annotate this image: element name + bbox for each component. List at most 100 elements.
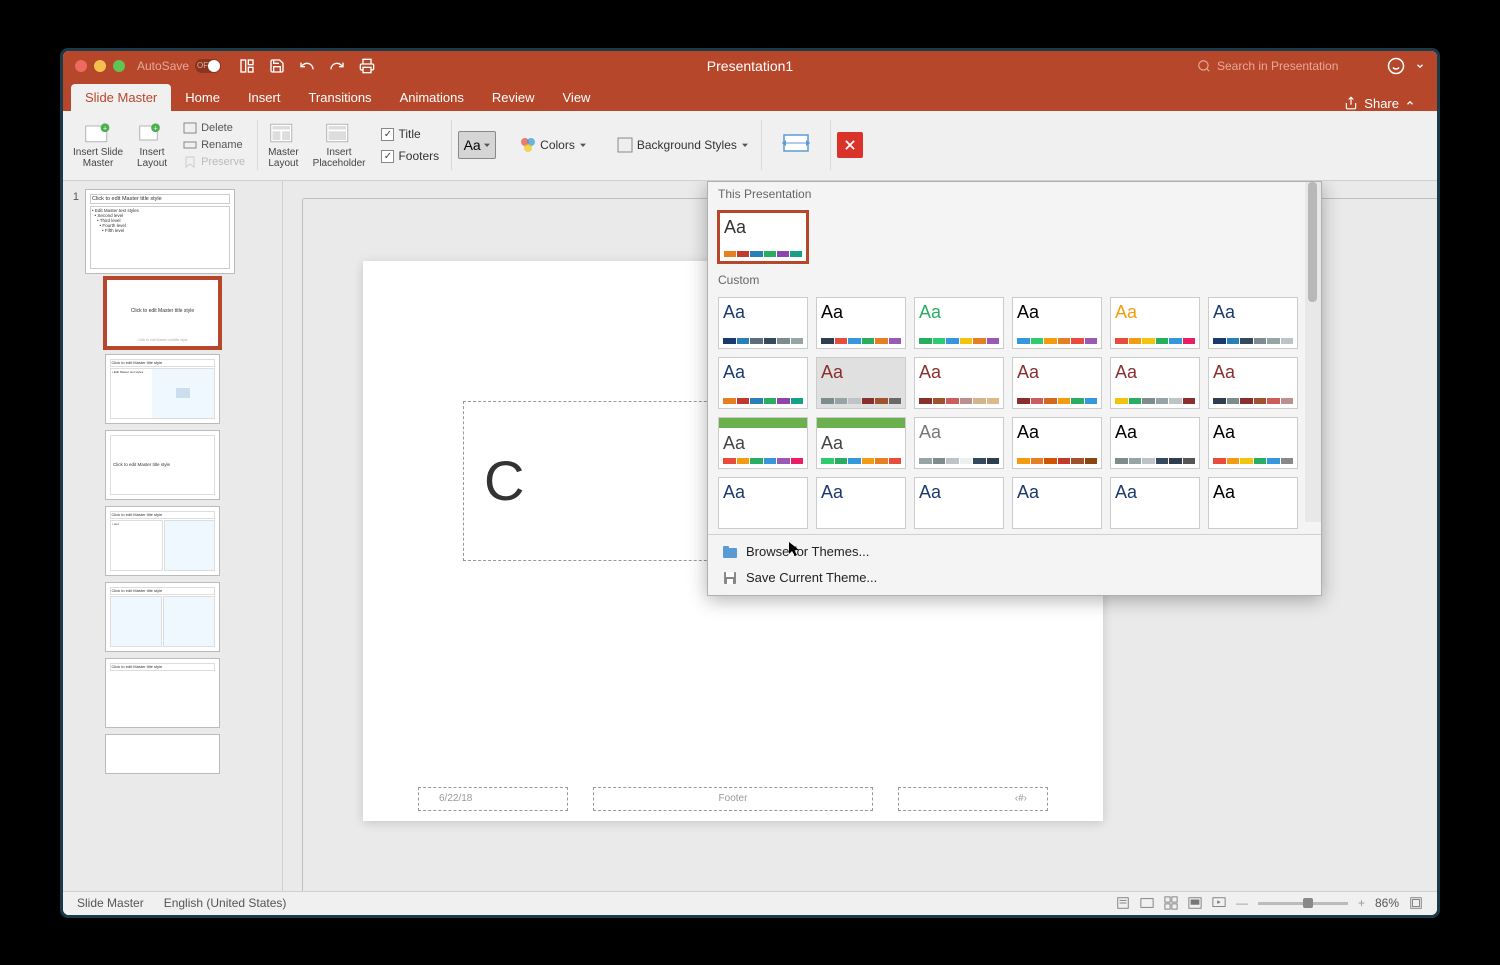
insert-slide-master-button[interactable]: + Insert Slide Master	[69, 117, 127, 173]
home-icon[interactable]	[239, 58, 255, 74]
insert-placeholder-button[interactable]: Insert Placeholder	[309, 117, 370, 173]
theme-card[interactable]: Aa	[1208, 417, 1298, 469]
tab-animations[interactable]: Animations	[386, 84, 478, 111]
theme-card[interactable]: Aa	[1110, 417, 1200, 469]
print-icon[interactable]	[359, 58, 375, 74]
theme-card[interactable]: Aa	[1208, 477, 1298, 529]
tab-insert[interactable]: Insert	[234, 84, 295, 111]
share-button[interactable]: Share	[1344, 96, 1429, 111]
chevron-up-icon	[1405, 98, 1415, 108]
colors-icon	[520, 137, 536, 153]
section-header: This Presentation	[708, 182, 1321, 206]
insert-layout-button[interactable]: + Insert Layout	[133, 117, 171, 173]
normal-view-button[interactable]	[1140, 896, 1154, 910]
tab-review[interactable]: Review	[478, 84, 549, 111]
fit-to-window-button[interactable]	[1409, 896, 1423, 910]
theme-card[interactable]: Aa	[1208, 357, 1298, 409]
theme-card[interactable]: Aa	[1110, 297, 1200, 349]
close-master-button[interactable]	[837, 132, 863, 158]
save-icon	[722, 570, 738, 586]
undo-icon[interactable]	[299, 58, 315, 74]
theme-card[interactable]: Aa	[1012, 297, 1102, 349]
tab-view[interactable]: View	[549, 84, 605, 111]
save-icon[interactable]	[269, 58, 285, 74]
theme-card[interactable]: Aa	[718, 297, 808, 349]
layout-thumbnail[interactable]	[105, 734, 220, 774]
themes-dropdown-button[interactable]: Aa	[458, 131, 496, 159]
layout-thumbnail[interactable]: Click to edit Master title style	[105, 658, 220, 728]
autosave-toggle[interactable]: AutoSave OFF	[137, 59, 221, 73]
layout-thumbnail[interactable]: Click to edit Master title style • Edit …	[105, 354, 220, 424]
colors-dropdown[interactable]: Colors	[514, 135, 593, 155]
maximize-window[interactable]	[113, 60, 125, 72]
theme-card[interactable]: Aa	[718, 417, 808, 469]
layout-thumbnail[interactable]: Click to edit Master title style • text	[105, 506, 220, 576]
rename-button[interactable]: Rename	[183, 137, 245, 153]
search-input[interactable]	[1217, 59, 1377, 73]
tab-slide-master[interactable]: Slide Master	[71, 84, 171, 111]
svg-text:+: +	[103, 125, 107, 132]
theme-card[interactable]: Aa	[1110, 357, 1200, 409]
theme-card[interactable]: Aa	[718, 477, 808, 529]
zoom-level[interactable]: 86%	[1375, 896, 1399, 910]
theme-card[interactable]: Aa	[1208, 297, 1298, 349]
ribbon-tabs: Slide Master Home Insert Transitions Ani…	[63, 81, 1437, 111]
theme-card[interactable]: Aa	[914, 417, 1004, 469]
master-thumbnail[interactable]: Click to edit Master title style • Edit …	[85, 189, 235, 274]
delete-button[interactable]: Delete	[183, 120, 245, 136]
language-label[interactable]: English (United States)	[164, 896, 287, 910]
search-box[interactable]	[1197, 59, 1377, 73]
themes-gallery-dropdown: This Presentation Aa Custom AaAaAaAaAaAa…	[707, 181, 1322, 596]
slideshow-button[interactable]	[1212, 896, 1226, 910]
theme-card[interactable]: Aa	[914, 477, 1004, 529]
close-window[interactable]	[75, 60, 87, 72]
background-styles-dropdown[interactable]: Background Styles	[611, 135, 755, 155]
scrollbar[interactable]	[1305, 182, 1321, 522]
vertical-ruler	[283, 199, 303, 891]
date-placeholder[interactable]: 6/22/18	[418, 787, 568, 811]
save-theme-menuitem[interactable]: Save Current Theme...	[708, 565, 1321, 591]
search-icon	[1197, 59, 1211, 73]
share-icon	[1344, 96, 1358, 110]
slide-number-placeholder[interactable]: ‹#›	[898, 787, 1048, 811]
tab-transitions[interactable]: Transitions	[294, 84, 385, 111]
layout-thumbnail[interactable]: Click to edit Master title style	[105, 430, 220, 500]
folder-icon	[722, 544, 738, 560]
chevron-down-icon[interactable]	[1415, 61, 1425, 71]
footer-placeholder[interactable]: Footer	[593, 787, 873, 811]
theme-card[interactable]: Aa	[914, 297, 1004, 349]
theme-card[interactable]: Aa	[1110, 477, 1200, 529]
tab-home[interactable]: Home	[171, 84, 234, 111]
master-layout-button[interactable]: Master Layout	[264, 117, 303, 173]
titlebar: AutoSave OFF Presentation1	[63, 51, 1437, 81]
quick-access-toolbar	[239, 58, 375, 74]
statusbar: Slide Master English (United States) — +…	[63, 891, 1437, 915]
layout-thumbnail[interactable]: Click to edit Master title style Click t…	[105, 278, 220, 348]
footers-checkbox[interactable]: Footers	[381, 149, 439, 163]
minimize-window[interactable]	[94, 60, 106, 72]
sorter-view-button[interactable]	[1164, 896, 1178, 910]
zoom-slider[interactable]	[1258, 902, 1348, 905]
close-icon	[843, 138, 857, 152]
title-checkbox[interactable]: Title	[381, 127, 439, 141]
redo-icon[interactable]	[329, 58, 345, 74]
theme-card[interactable]: Aa	[914, 357, 1004, 409]
theme-card[interactable]: Aa	[816, 477, 906, 529]
theme-card[interactable]: Aa	[718, 357, 808, 409]
document-title: Presentation1	[707, 58, 793, 74]
theme-card[interactable]: Aa	[1012, 477, 1102, 529]
theme-card[interactable]: Aa	[816, 357, 906, 409]
view-mode-label: Slide Master	[77, 896, 144, 910]
svg-text:+: +	[154, 125, 158, 132]
preserve-button[interactable]: Preserve	[183, 154, 245, 170]
slide-size-button[interactable]	[780, 129, 812, 157]
notes-button[interactable]	[1116, 896, 1130, 910]
theme-card[interactable]: Aa	[718, 211, 808, 263]
theme-card[interactable]: Aa	[816, 297, 906, 349]
feedback-icon[interactable]	[1387, 57, 1405, 75]
layout-thumbnail[interactable]: Click to edit Master title style	[105, 582, 220, 652]
theme-card[interactable]: Aa	[1012, 357, 1102, 409]
theme-card[interactable]: Aa	[1012, 417, 1102, 469]
theme-card[interactable]: Aa	[816, 417, 906, 469]
reading-view-button[interactable]	[1188, 896, 1202, 910]
